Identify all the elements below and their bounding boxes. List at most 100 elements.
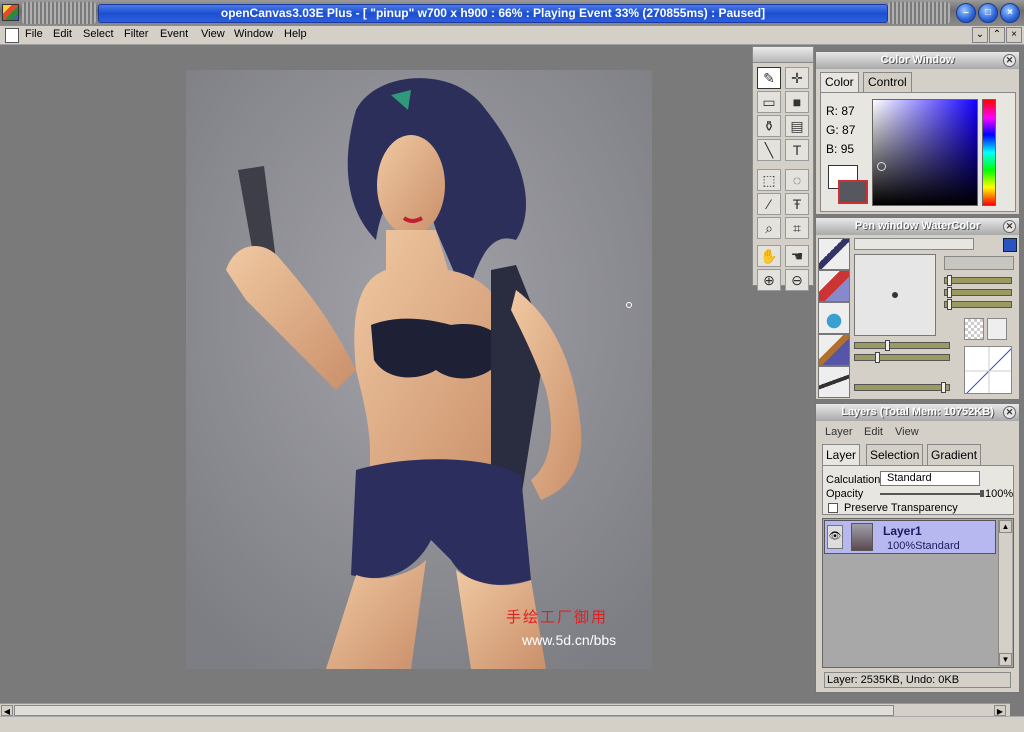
drawing-canvas[interactable]: 手绘工厂御用 www.5d.cn/bbs xyxy=(186,70,652,669)
horizontal-scrollbar[interactable]: ◀ ▶ xyxy=(0,703,1010,716)
tool-palette-header[interactable] xyxy=(753,47,813,63)
layers-menu-view[interactable]: View xyxy=(895,426,919,438)
color-window-title-text: Color Window xyxy=(880,54,955,66)
layer-list-scrollbar[interactable]: ▲ ▼ xyxy=(998,520,1012,666)
brush-slider-2[interactable] xyxy=(944,287,1012,298)
color-window-title[interactable]: Color Window ✕ xyxy=(816,52,1019,69)
foreground-color-swatch[interactable] xyxy=(838,180,868,204)
opacity-value: 100% xyxy=(985,488,1014,500)
mdi-close-button[interactable]: × xyxy=(1006,27,1022,43)
tab-color[interactable]: Color xyxy=(820,72,859,92)
layer-thumbnail xyxy=(851,523,873,551)
brush-pencil-icon[interactable] xyxy=(818,238,850,270)
menu-bar: File Edit Select Filter Event View Windo… xyxy=(0,26,1024,45)
document-icon[interactable] xyxy=(5,28,19,43)
workspace: 手绘工厂御用 www.5d.cn/bbs xyxy=(0,46,752,702)
brush-shape-selector[interactable] xyxy=(944,256,1014,270)
magic-wand-icon[interactable]: ⁄ xyxy=(757,193,781,215)
menu-select[interactable]: Select xyxy=(83,28,114,40)
bucket-tool-icon[interactable]: ⚱ xyxy=(757,115,781,137)
text-select-icon[interactable]: Ŧ xyxy=(785,193,809,215)
rotate-hand-icon[interactable]: ☚ xyxy=(785,245,809,267)
layers-window: Layers (Total Mem: 10752KB) ✕ Layer Edit… xyxy=(815,403,1020,693)
close-button[interactable]: × xyxy=(1000,3,1020,23)
layer-row[interactable]: 👁 Layer1 100%Standard xyxy=(824,520,996,554)
title-bar: openCanvas3.03E Plus - [ "pinup" w700 x … xyxy=(0,0,1024,26)
layers-window-title[interactable]: Layers (Total Mem: 10752KB) ✕ xyxy=(816,404,1019,421)
brush-slider-3[interactable] xyxy=(944,299,1012,310)
texture-blank-icon[interactable] xyxy=(987,318,1007,340)
scroll-right-icon[interactable]: ▶ xyxy=(994,705,1006,716)
menu-window[interactable]: Window xyxy=(234,28,273,40)
preserve-transparency-checkbox[interactable] xyxy=(828,503,838,513)
scroll-left-icon[interactable]: ◀ xyxy=(1,705,13,716)
texture-icon[interactable] xyxy=(964,318,984,340)
layers-menu-layer[interactable]: Layer xyxy=(825,426,853,438)
zoom-in-icon[interactable]: ⊕ xyxy=(757,269,781,291)
scroll-down-icon[interactable]: ▼ xyxy=(999,653,1012,666)
calculation-select[interactable]: Standard xyxy=(880,471,980,486)
close-icon[interactable]: ✕ xyxy=(1003,54,1016,67)
scrollbar-thumb[interactable] xyxy=(14,705,894,716)
brush-slider-1[interactable] xyxy=(944,275,1012,286)
zoom-out-icon[interactable]: ⊖ xyxy=(785,269,809,291)
color-swatch-icon[interactable]: ■ xyxy=(785,91,809,113)
layers-status: Layer: 2535KB, Undo: 0KB xyxy=(824,672,1011,688)
pressure-curve[interactable] xyxy=(964,346,1012,394)
preserve-transparency-label: Preserve Transparency xyxy=(844,502,958,514)
save-icon[interactable] xyxy=(1003,238,1017,252)
opacity-label: Opacity xyxy=(826,488,864,500)
pen-window-title[interactable]: Pen window WaterColor ✕ xyxy=(816,218,1019,235)
hue-slider[interactable] xyxy=(982,99,996,206)
gradient-tool-icon[interactable]: ▤ xyxy=(785,115,809,137)
mdi-minimize-button[interactable]: ⌄ xyxy=(972,27,988,43)
brush-paint-icon[interactable] xyxy=(818,334,850,366)
fill-tool-icon[interactable]: ▭ xyxy=(757,91,781,113)
tab-layer[interactable]: Layer xyxy=(822,444,861,465)
minimize-button[interactable]: – xyxy=(956,3,976,23)
brush-cursor-icon xyxy=(626,302,632,308)
opacity-slider[interactable] xyxy=(880,490,984,497)
crop-icon[interactable]: ⌗ xyxy=(785,217,809,239)
mdi-restore-button[interactable]: ⌃ xyxy=(989,27,1005,43)
scroll-up-icon[interactable]: ▲ xyxy=(999,520,1012,533)
menu-event[interactable]: Event xyxy=(160,28,188,40)
brush-airbrush-icon[interactable] xyxy=(818,366,850,398)
eyedropper-icon[interactable]: ⌕ xyxy=(757,217,781,239)
layers-window-title-text: Layers (Total Mem: 10752KB) xyxy=(841,406,994,418)
menu-help[interactable]: Help xyxy=(284,28,307,40)
calculation-label: Calculation xyxy=(826,474,881,486)
pressure-slider-1[interactable] xyxy=(854,340,950,351)
move-tool-icon[interactable]: ✛ xyxy=(785,67,809,89)
close-icon[interactable]: ✕ xyxy=(1003,220,1016,233)
picker-cursor-icon xyxy=(877,162,886,171)
layers-menu-edit[interactable]: Edit xyxy=(864,426,883,438)
eye-icon[interactable]: 👁 xyxy=(827,525,843,549)
brush-preview xyxy=(854,254,936,336)
close-icon[interactable]: ✕ xyxy=(1003,406,1016,419)
pressure-slider-2[interactable] xyxy=(854,352,950,363)
brush-watercolor-icon[interactable] xyxy=(818,270,850,302)
pressure-slider-3[interactable] xyxy=(854,382,950,393)
brush-size-ruler[interactable] xyxy=(854,238,974,250)
menu-view[interactable]: View xyxy=(201,28,225,40)
menu-edit[interactable]: Edit xyxy=(53,28,72,40)
blue-value: 95 xyxy=(840,142,855,156)
rect-select-icon[interactable]: ⬚ xyxy=(757,169,781,191)
brush-drop-icon[interactable] xyxy=(818,302,850,334)
opacity-knob[interactable] xyxy=(980,490,984,497)
pen-tool-icon[interactable]: ✎ xyxy=(757,67,781,89)
hand-tool-icon[interactable]: ✋ xyxy=(757,245,781,267)
blue-readout: B: 95 xyxy=(826,142,854,156)
tab-control[interactable]: Control xyxy=(863,72,912,92)
tab-gradient[interactable]: Gradient xyxy=(927,444,982,465)
app-icon[interactable] xyxy=(2,4,19,21)
menu-file[interactable]: File xyxy=(25,28,43,40)
saturation-value-picker[interactable] xyxy=(872,99,978,206)
lasso-select-icon[interactable]: ◌ xyxy=(785,169,809,191)
text-tool-icon[interactable]: T xyxy=(785,139,809,161)
tab-selection[interactable]: Selection xyxy=(866,444,924,465)
line-tool-icon[interactable]: ╲ xyxy=(757,139,781,161)
menu-filter[interactable]: Filter xyxy=(124,28,148,40)
maximize-button[interactable]: □ xyxy=(978,3,998,23)
